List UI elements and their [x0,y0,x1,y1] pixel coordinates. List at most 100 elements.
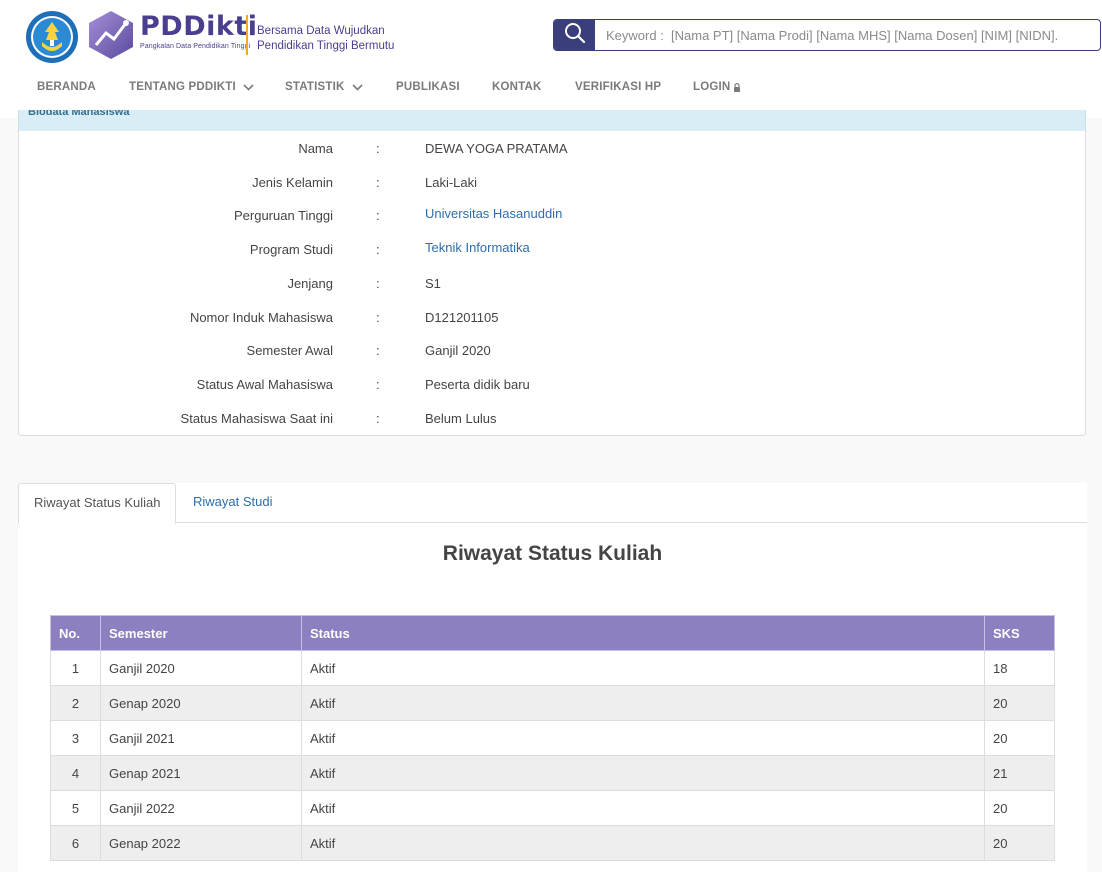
info-value: Laki-Laki [425,175,478,190]
info-label: Semester Awal [246,343,333,358]
tab-riwayat-status-kuliah[interactable]: Riwayat Status Kuliah [18,483,177,524]
info-value: Belum Lulus [425,411,497,426]
history-tab-panel: Riwayat Status Kuliah Riwayat Studi Riwa… [18,483,1087,872]
tagline-line-2: Pendidikan Tinggi Bermutu [257,40,395,52]
cell-sks: 20 [984,790,1055,826]
table-header-row: No. Semester Status SKS [50,615,1055,651]
cell-semester: Genap 2021 [100,755,302,791]
search-bar [553,19,1101,51]
search-input[interactable] [596,20,1098,50]
info-row-nim: Nomor Induk Mahasiswa : D121201105 [19,310,1087,330]
status-table: No. Semester Status SKS 1 Ganjil 2020 Ak… [50,615,1055,861]
nav-label: KONTAK [492,81,542,93]
profile-panel-heading: Biodata Mahasiswa [18,110,1086,131]
university-link[interactable]: Universitas Hasanuddin [425,206,562,221]
brand-divider [246,15,248,55]
nav-item-beranda[interactable]: BERANDA [37,81,96,93]
search-icon [564,22,586,49]
info-colon: : [376,343,380,358]
nav-item-verifikasi-hp[interactable]: VERIFIKASI HP [575,81,661,93]
nav-item-login[interactable]: LOGIN [693,81,741,93]
column-header-status[interactable]: Status [301,615,985,651]
nav-item-publikasi[interactable]: PUBLIKASI [396,81,460,93]
info-row-semester-awal: Semester Awal : Ganjil 2020 [19,343,1087,363]
cell-no: 4 [50,755,101,791]
cell-sks: 20 [984,685,1055,721]
cell-no: 5 [50,790,101,826]
cell-semester: Genap 2020 [100,685,302,721]
nav-label: BERANDA [37,81,96,93]
info-value: Ganjil 2020 [425,343,491,358]
tut-wuri-handayani-logo[interactable] [25,10,79,64]
info-row-nama: Nama : DEWA YOGA PRATAMA [19,141,1087,161]
cell-no: 2 [50,685,101,721]
lock-icon [734,82,741,92]
info-row-perguruan-tinggi: Perguruan Tinggi : Universitas Hasanuddi… [19,206,1087,228]
nav-item-statistik[interactable]: STATISTIK [285,81,363,93]
info-colon: : [376,377,380,392]
nav-label: TENTANG PDDIKTI [129,81,236,93]
info-value: DEWA YOGA PRATAMA [425,141,568,156]
pddikti-logo[interactable] [86,9,136,61]
tab-bar: Riwayat Status Kuliah Riwayat Studi [18,483,1087,524]
table-row: 3 Ganjil 2021 Aktif 20 [50,720,1055,756]
nav-label: PUBLIKASI [396,81,460,93]
cell-sks: 20 [984,720,1055,756]
cell-status: Aktif [301,650,985,686]
cell-no: 3 [50,720,101,756]
column-header-no[interactable]: No. [50,615,101,651]
nav-item-tentang-pddikti[interactable]: TENTANG PDDIKTI [129,81,254,93]
table-row: 4 Genap 2021 Aktif 21 [50,755,1055,791]
cell-semester: Ganjil 2022 [100,790,302,826]
cell-semester: Genap 2022 [100,825,302,861]
table-row: 6 Genap 2022 Aktif 20 [50,825,1055,861]
chevron-down-icon [351,83,363,91]
info-colon: : [376,141,380,156]
info-row-jenis-kelamin: Jenis Kelamin : Laki-Laki [19,175,1087,195]
info-value: D121201105 [425,310,499,325]
profile-heading: Biodata Mahasiswa [28,110,130,118]
main-nav: BERANDA TENTANG PDDIKTI STATISTIK PUBLIK… [0,70,1102,106]
info-row-jenjang: Jenjang : S1 [19,276,1087,296]
tagline: Bersama Data Wujudkan Pendidikan Tinggi … [257,24,394,54]
tagline-line-1: Bersama Data Wujudkan [257,25,385,37]
info-value: S1 [425,276,441,291]
info-colon: : [376,310,380,325]
profile-panel: Nama : DEWA YOGA PRATAMA Jenis Kelamin :… [18,131,1086,436]
info-label: Program Studi [249,242,333,257]
cell-status: Aktif [301,685,985,721]
nav-item-kontak[interactable]: KONTAK [492,81,542,93]
cell-no: 6 [50,825,101,861]
cell-status: Aktif [301,825,985,861]
cell-status: Aktif [301,790,985,826]
info-colon: : [376,276,380,291]
column-header-sks[interactable]: SKS [984,615,1055,651]
brand[interactable]: PDDikti Pangkalan Data Pendidikan Tinggi [140,11,258,51]
cell-semester: Ganjil 2020 [100,650,302,686]
cell-sks: 18 [984,650,1055,686]
table-row: 2 Genap 2020 Aktif 20 [50,685,1055,721]
brand-name: PDDikti [140,11,258,42]
info-label: Nomor Induk Mahasiswa [189,310,333,325]
info-colon: : [376,175,380,190]
info-label: Status Mahasiswa Saat ini [180,411,333,426]
chevron-down-icon [243,83,254,91]
info-row-status-saat-ini: Status Mahasiswa Saat ini : Belum Lulus [19,411,1087,431]
table-row: 1 Ganjil 2020 Aktif 18 [50,650,1055,686]
column-header-semester[interactable]: Semester [100,615,302,651]
info-label: Perguruan Tinggi [233,208,333,223]
table-row: 5 Ganjil 2022 Aktif 20 [50,790,1055,826]
info-label: Status Awal Mahasiswa [196,377,333,392]
brand-subtitle: Pangkalan Data Pendidikan Tinggi [140,43,251,50]
info-colon: : [376,242,380,257]
cell-status: Aktif [301,755,985,791]
info-value: Peserta didik baru [425,377,530,392]
nav-label: LOGIN [693,81,731,93]
info-label: Jenjang [287,276,333,291]
info-colon: : [376,411,380,426]
cell-no: 1 [50,650,101,686]
search-button[interactable] [554,20,595,50]
nav-label: STATISTIK [285,81,345,93]
tab-riwayat-studi[interactable]: Riwayat Studi [178,483,287,524]
program-study-link[interactable]: Teknik Informatika [425,240,530,255]
